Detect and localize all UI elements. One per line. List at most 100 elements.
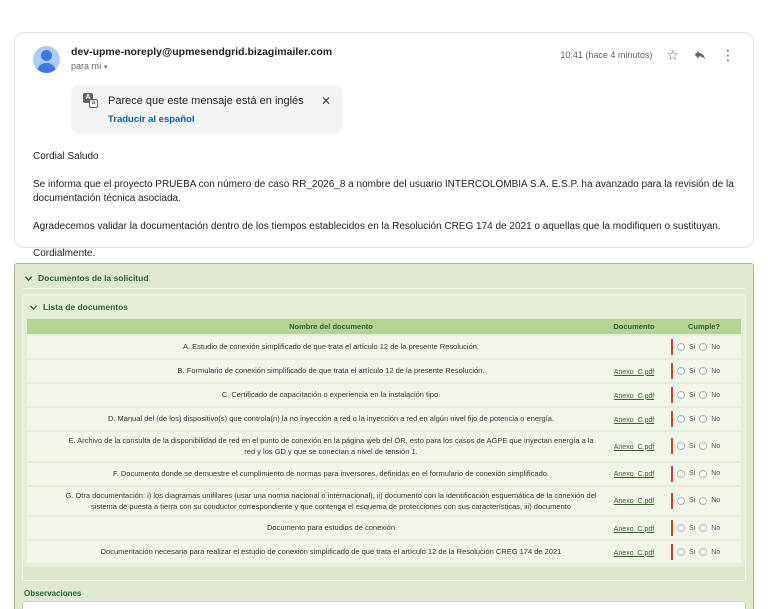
required-indicator <box>671 411 673 427</box>
document-link[interactable]: Anexo_C.pdf <box>614 498 654 505</box>
more-options-icon[interactable]: ⋮ <box>721 48 735 62</box>
radio-no[interactable] <box>699 548 707 556</box>
radio-no[interactable] <box>699 391 707 399</box>
document-name: C. Certificado de capacitación o experie… <box>61 384 601 406</box>
document-list-box: Lista de documentos Nombre del documento… <box>22 294 746 581</box>
translate-action-link[interactable]: Traducir al español <box>108 114 331 125</box>
email-timestamp: 10:41 (hace 4 minutos) <box>560 50 652 60</box>
radio-si[interactable] <box>677 442 685 450</box>
body-paragraph-1: Se informa que el proyecto PRUEBA con nú… <box>33 178 735 207</box>
row-spacer <box>27 384 61 406</box>
radio-no[interactable] <box>699 343 707 351</box>
list-title: Lista de documentos <box>43 302 128 312</box>
reply-icon[interactable] <box>693 48 707 62</box>
required-indicator <box>671 363 673 379</box>
row-spacer <box>27 360 61 382</box>
email-card: dev-upme-noreply@upmesendgrid.bizagimail… <box>14 32 754 248</box>
section-header-lista[interactable]: Lista de documentos <box>27 298 741 317</box>
required-indicator <box>671 438 673 454</box>
radio-no-label: No <box>711 549 720 556</box>
radio-no-label: No <box>711 443 720 450</box>
sender-avatar-icon[interactable] <box>33 46 60 73</box>
document-link[interactable]: Anexo_C.pdf <box>614 444 654 451</box>
required-indicator <box>671 466 673 482</box>
required-indicator <box>671 493 673 509</box>
observations-textarea[interactable] <box>22 601 746 609</box>
radio-no-label: No <box>711 344 720 351</box>
required-indicator <box>671 520 673 536</box>
recipient-line[interactable]: para mí ▾ <box>71 61 560 71</box>
document-link[interactable]: Anexo_C.pdf <box>614 526 654 533</box>
chevron-down-icon[interactable] <box>29 303 38 312</box>
radio-si[interactable] <box>677 367 685 375</box>
radio-si-label: Si <box>689 368 695 375</box>
radio-no[interactable] <box>699 497 707 505</box>
translate-message: Parece que este mensaje está en inglés <box>108 95 313 107</box>
radio-no[interactable] <box>699 470 707 478</box>
email-header: dev-upme-noreply@upmesendgrid.bizagimail… <box>33 46 735 73</box>
row-spacer <box>27 541 61 563</box>
document-link[interactable]: Anexo_C.pdf <box>614 471 654 478</box>
radio-no[interactable] <box>699 415 707 423</box>
email-header-meta: 10:41 (hace 4 minutos) ☆ ⋮ <box>560 48 735 62</box>
table-row: A. Estudio de conexión simplificado de q… <box>27 336 741 358</box>
radio-no-label: No <box>711 416 720 423</box>
document-link[interactable]: Anexo_C.pdf <box>614 417 654 424</box>
greeting-text: Cordial Saludo <box>33 150 735 165</box>
section-title: Documentos de la solicitud <box>38 273 149 283</box>
document-link[interactable]: Anexo_C.pdf <box>614 550 654 557</box>
table-row: Documento para estudios de conexión Anex… <box>27 517 741 539</box>
table-row: B. Formulario de conexión simplificado d… <box>27 360 741 382</box>
radio-no-label: No <box>711 392 720 399</box>
translate-banner: Aa Parece que este mensaje está en inglé… <box>71 85 343 134</box>
radio-si[interactable] <box>677 343 685 351</box>
table-row: F. Documento donde se demuestre el cumpl… <box>27 463 741 485</box>
radio-si-label: Si <box>689 392 695 399</box>
radio-si-label: Si <box>689 470 695 477</box>
recipient-dropdown-icon[interactable]: ▾ <box>104 64 108 71</box>
radio-si[interactable] <box>677 548 685 556</box>
radio-si-label: Si <box>689 497 695 504</box>
table-row: G. Otra documentación: i) los diagramas … <box>27 487 741 516</box>
radio-si[interactable] <box>677 524 685 532</box>
radio-no[interactable] <box>699 367 707 375</box>
document-link[interactable]: Anexo_C.pdf <box>614 393 654 400</box>
star-icon[interactable]: ☆ <box>666 48 679 62</box>
row-spacer <box>27 463 61 485</box>
radio-no-label: No <box>711 525 720 532</box>
radio-no[interactable] <box>699 524 707 532</box>
table-row: E. Archivo de la consulta de la disponib… <box>27 432 741 461</box>
documents-table: Nombre del documento Documento Cumple? A… <box>27 317 741 565</box>
radio-no[interactable] <box>699 442 707 450</box>
radio-si[interactable] <box>677 470 685 478</box>
radio-si[interactable] <box>677 497 685 505</box>
required-indicator <box>671 387 673 403</box>
document-name: D. Manual del (de los) dispositivo(s) qu… <box>61 408 601 430</box>
radio-si-label: Si <box>689 443 695 450</box>
sender-block: dev-upme-noreply@upmesendgrid.bizagimail… <box>71 46 560 71</box>
translate-icon: Aa <box>83 93 98 108</box>
document-name: A. Estudio de conexión simplificado de q… <box>61 336 601 358</box>
document-name: E. Archivo de la consulta de la disponib… <box>61 432 601 461</box>
document-name: F. Documento donde se demuestre el cumpl… <box>61 463 601 485</box>
avatar-person-icon <box>41 50 52 61</box>
table-header-row: Nombre del documento Documento Cumple? <box>27 319 741 334</box>
required-indicator <box>671 544 673 560</box>
header-nombre: Nombre del documento <box>61 319 601 334</box>
closing-text: Cordialmente. <box>33 247 735 262</box>
document-name: G. Otra documentación: i) los diagramas … <box>61 487 601 516</box>
section-header-documentos[interactable]: Documentos de la solicitud <box>22 269 746 289</box>
email-body: Cordial Saludo Se informa que el proyect… <box>33 150 735 262</box>
document-link[interactable]: Anexo_C.pdf <box>614 369 654 376</box>
radio-si[interactable] <box>677 415 685 423</box>
chevron-down-icon[interactable] <box>24 274 33 283</box>
documents-panel: Documentos de la solicitud Lista de docu… <box>14 263 754 609</box>
row-spacer <box>27 432 61 461</box>
body-paragraph-2: Agradecemos validar la documentación den… <box>33 220 735 235</box>
radio-si[interactable] <box>677 391 685 399</box>
radio-si-label: Si <box>689 525 695 532</box>
observations-label: Observaciones <box>24 589 744 598</box>
header-cumple: Cumple? <box>667 319 741 334</box>
radio-si-label: Si <box>689 549 695 556</box>
close-icon[interactable]: ✕ <box>313 94 331 108</box>
